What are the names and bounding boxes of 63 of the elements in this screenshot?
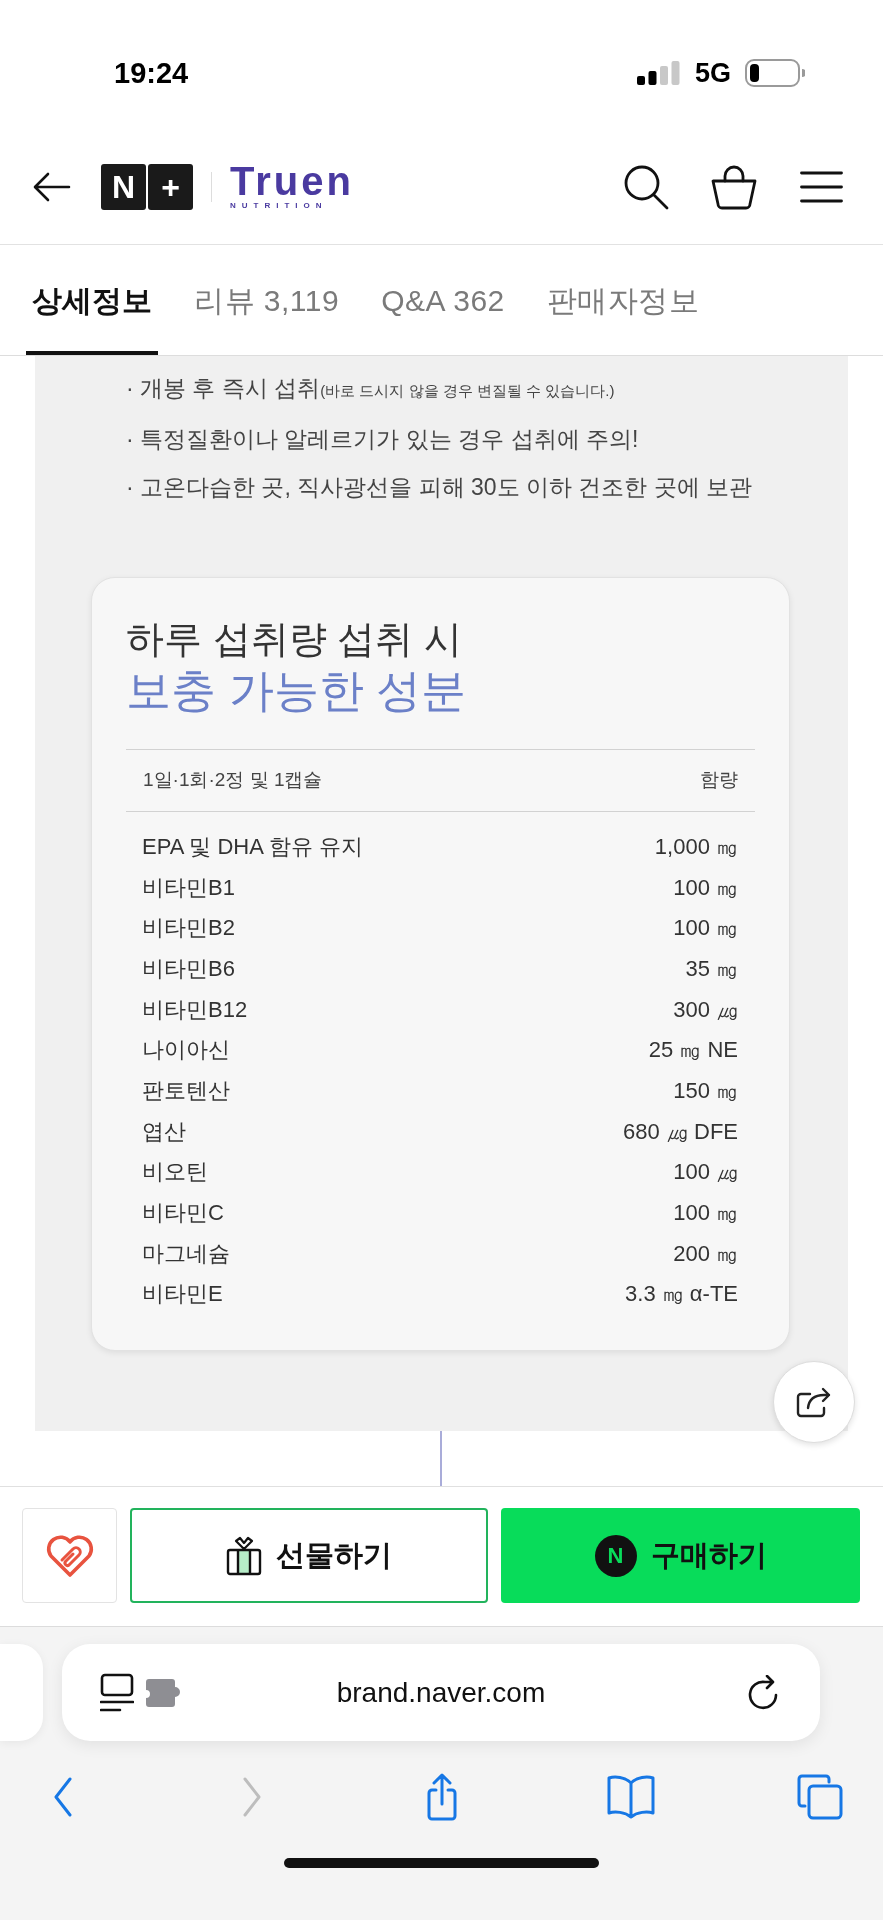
nutrient-name: 판토텐산 — [142, 1076, 230, 1105]
naver-badge: N — [594, 1534, 637, 1577]
tab[interactable]: 리뷰 3,119 — [188, 245, 346, 355]
reader-icon[interactable] — [100, 1672, 134, 1713]
logo-tile: N — [101, 164, 146, 210]
nutrient-name: 비타민B6 — [142, 954, 235, 983]
nutrient-name: 비타민B2 — [142, 914, 235, 943]
nutrient-amount: 680 ㎍ DFE — [623, 1117, 738, 1146]
column-header: 1일·1회·2정 및 1캡슐 — [143, 768, 323, 793]
tabs-icon — [796, 1773, 844, 1821]
logo-tile: + — [148, 164, 193, 210]
brand-tagline: NUTRITION — [230, 201, 328, 211]
card-subtitle: 보충 가능한 성분 — [126, 664, 466, 718]
share-button[interactable] — [773, 1361, 855, 1443]
address-bar[interactable]: brand.naver.com — [62, 1644, 820, 1741]
nutrient-amount: 300 ㎍ — [673, 995, 738, 1024]
shopping-basket-icon[interactable] — [711, 164, 757, 210]
battery-icon — [745, 59, 805, 87]
nutrient-name: 비타민B1 — [142, 873, 235, 902]
back-arrow-icon[interactable] — [33, 172, 71, 202]
note-text: · 고온다습한 곳, 직사광선을 피해 30도 이하 건조한 곳에 보관 — [126, 473, 753, 502]
nutrient-name: 엽산 — [142, 1117, 186, 1146]
brand-wordmark: Truen — [230, 163, 354, 199]
nutrient-amount: 150 ㎎ — [673, 1076, 738, 1105]
gift-icon — [226, 1535, 262, 1576]
nutrient-amount: 3.3 ㎎ α-TE — [625, 1280, 738, 1309]
card-title: 하루 섭취량 섭취 시 — [126, 617, 462, 662]
share-icon — [796, 1386, 832, 1418]
nutrient-name: 비오틴 — [142, 1158, 208, 1187]
connector-line — [440, 1431, 442, 1486]
wishlist-button[interactable] — [22, 1508, 117, 1603]
gift-button[interactable]: 선물하기 — [130, 1508, 488, 1603]
nutrient-amount: 100 ㎎ — [673, 1199, 738, 1228]
nutrient-name: 마그네슘 — [142, 1239, 230, 1268]
nutrient-amount: 100 ㎎ — [673, 914, 738, 943]
note-text: · 개봉 후 즉시 섭취(바로 드시지 않을 경우 변질될 수 있습니다.) — [126, 374, 615, 403]
tab[interactable]: Q&A 362 — [375, 245, 511, 355]
column-header: 함량 — [700, 768, 738, 793]
open-book-icon — [606, 1775, 655, 1819]
status-time: 19:24 — [114, 58, 189, 88]
nutrient-name: 비타민E — [142, 1280, 223, 1309]
note-text: · 특정질환이나 알레르기가 있는 경우 섭취에 주의! — [126, 425, 639, 454]
nutrient-name: 비타민B12 — [142, 995, 248, 1024]
search-icon[interactable] — [623, 164, 669, 210]
url-text: brand.naver.com — [335, 1675, 547, 1710]
nutrient-name: 비타민C — [142, 1199, 224, 1228]
nutrient-amount: 35 ㎎ — [685, 954, 738, 983]
back-chevron-icon — [54, 1777, 72, 1817]
nutrient-amount: 100 ㎍ — [673, 1158, 738, 1187]
signal-icon — [636, 61, 680, 85]
forward-chevron-icon — [243, 1777, 262, 1817]
nutrient-name: EPA 및 DHA 함유 유지 — [142, 832, 363, 861]
menu-icon[interactable] — [800, 171, 843, 203]
network-label: 5G — [694, 59, 731, 87]
nutrient-amount: 1,000 ㎎ — [654, 832, 738, 861]
heart-icon — [44, 1533, 95, 1578]
buy-button[interactable]: N 구매하기 — [501, 1508, 860, 1603]
tab[interactable]: 판매자정보 — [540, 245, 706, 355]
puzzle-icon[interactable] — [146, 1678, 182, 1707]
nutrient-name: 나이아신 — [142, 1036, 230, 1065]
nutrient-amount: 100 ㎎ — [673, 873, 738, 902]
nutrient-amount: 25 ㎎ NE — [648, 1036, 738, 1065]
nutrient-amount: 200 ㎎ — [673, 1239, 738, 1268]
